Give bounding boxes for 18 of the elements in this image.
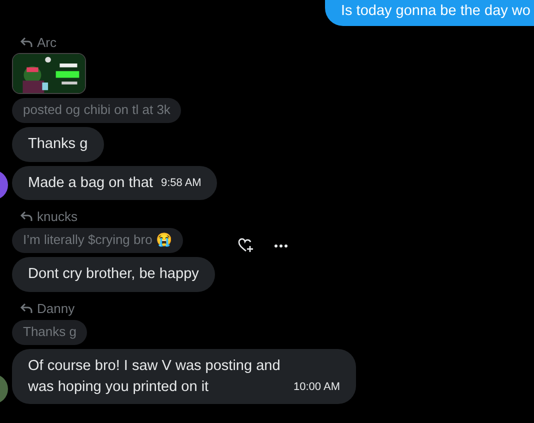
reply-icon [20, 211, 33, 222]
reply-name: Danny [37, 300, 75, 316]
quoted-message: I’m literally $crying bro 😭 [12, 228, 183, 254]
reply-icon [20, 303, 33, 314]
quoted-message: Thanks g [12, 320, 88, 346]
message-text: Made a bag on that [28, 174, 153, 193]
message-text: Thanks g [28, 135, 88, 154]
message-text: Of course bro! I saw V was posting and was hoping you printed on it [28, 357, 282, 396]
message-bubble: Is today gonna be the day wo [325, 0, 534, 26]
reply-name: knucks [37, 208, 78, 224]
timestamp: 9:58 AM [160, 176, 202, 192]
more-icon[interactable] [274, 244, 288, 248]
message-text: Dont cry brother, be happy [28, 265, 199, 284]
heart-plus-icon[interactable] [238, 238, 254, 254]
quoted-message: posted og chibi on tl at 3k [12, 98, 182, 124]
timestamp: 10:00 AM [294, 380, 340, 396]
reply-name: Arc [37, 34, 56, 50]
reply-icon [20, 37, 33, 48]
